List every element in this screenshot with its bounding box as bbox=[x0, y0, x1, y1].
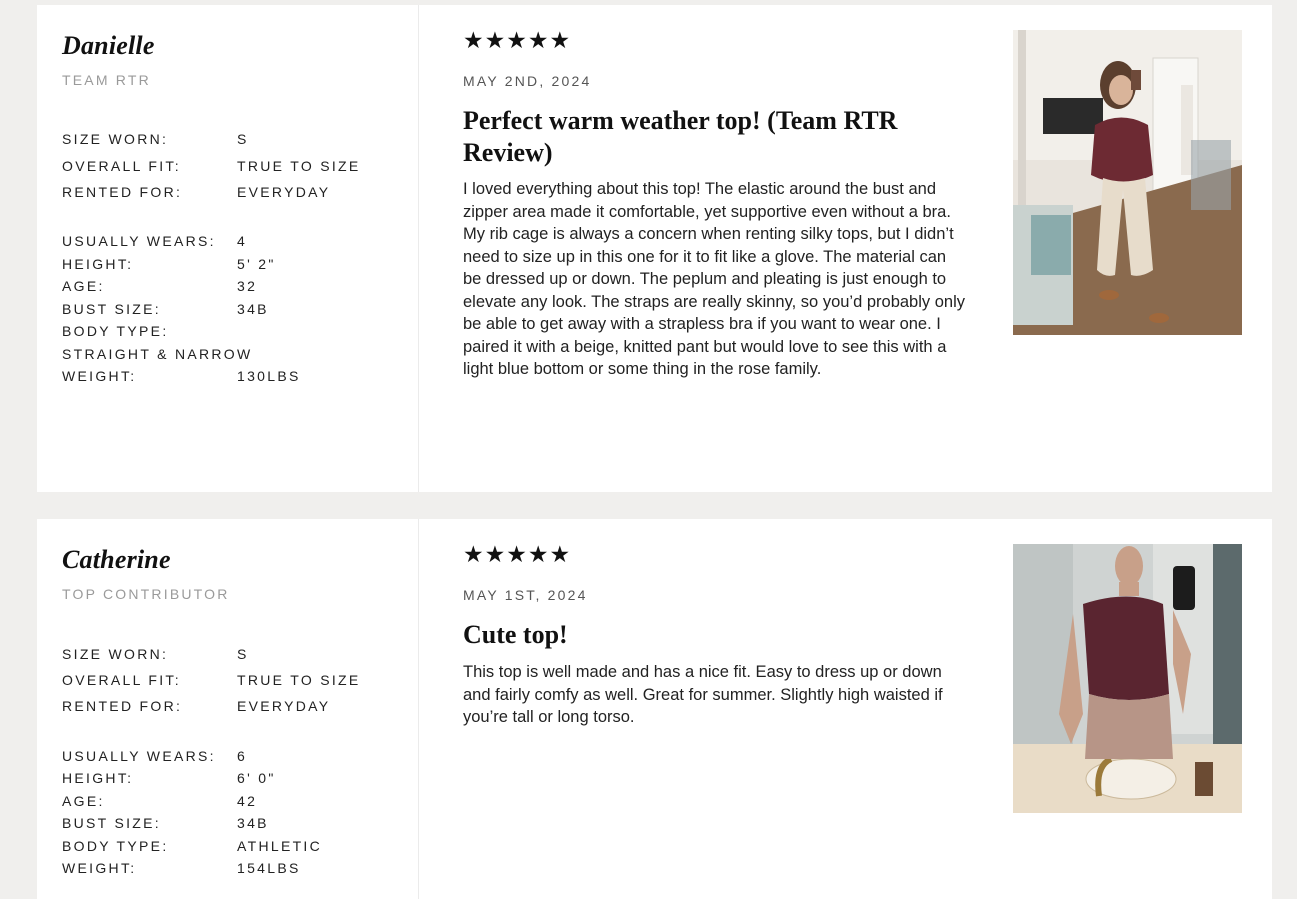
review-date: MAY 2ND, 2024 bbox=[463, 73, 592, 89]
review-photo[interactable] bbox=[1013, 30, 1242, 335]
height-value: 5' 2" bbox=[237, 256, 276, 272]
usually-wears-value: 6 bbox=[237, 748, 248, 764]
review-body: I loved everything about this top! The e… bbox=[463, 180, 965, 378]
usually-wears-value: 4 bbox=[237, 233, 248, 249]
bust-size-label: BUST SIZE: bbox=[62, 301, 161, 317]
weight-value: 130LBS bbox=[237, 368, 301, 384]
weight-value: 154LBS bbox=[237, 860, 301, 876]
height-label: HEIGHT: bbox=[62, 256, 134, 272]
size-worn-value: S bbox=[237, 131, 249, 147]
weight-label: WEIGHT: bbox=[62, 368, 137, 384]
rented-for-value: EVERYDAY bbox=[237, 184, 331, 200]
bust-size-value: 34B bbox=[237, 815, 269, 831]
size-worn-label: SIZE WORN: bbox=[62, 646, 169, 662]
overall-fit-value: TRUE TO SIZE bbox=[237, 672, 361, 688]
age-value: 32 bbox=[237, 278, 258, 294]
star-rating: ★★★★★ bbox=[463, 541, 572, 567]
rented-for-label: RENTED FOR: bbox=[62, 184, 183, 200]
bust-size-label: BUST SIZE: bbox=[62, 815, 161, 831]
height-value: 6' 0" bbox=[237, 770, 276, 786]
body-type-label: BODY TYPE: bbox=[62, 323, 169, 339]
review-date: MAY 1ST, 2024 bbox=[463, 587, 588, 603]
height-label: HEIGHT: bbox=[62, 770, 134, 786]
review-photo[interactable] bbox=[1013, 544, 1242, 813]
review-card: Catherine TOP CONTRIBUTOR SIZE WORN: S O… bbox=[37, 519, 1272, 899]
review-body: This top is well made and has a nice fit… bbox=[463, 663, 943, 726]
rented-for-value: EVERYDAY bbox=[237, 698, 331, 714]
body-type-label: BODY TYPE: bbox=[62, 838, 169, 854]
size-worn-value: S bbox=[237, 646, 249, 662]
reviewer-name[interactable]: Danielle bbox=[62, 31, 155, 61]
bust-size-value: 34B bbox=[237, 301, 269, 317]
reviewer-panel: Catherine TOP CONTRIBUTOR SIZE WORN: S O… bbox=[37, 519, 419, 899]
body-type-value: ATHLETIC bbox=[237, 838, 323, 854]
age-label: AGE: bbox=[62, 793, 105, 809]
reviewer-role: TOP CONTRIBUTOR bbox=[62, 586, 230, 602]
review-title: Perfect warm weather top! (Team RTR Revi… bbox=[463, 106, 898, 167]
overall-fit-label: OVERALL FIT: bbox=[62, 158, 181, 174]
usually-wears-label: USUALLY WEARS: bbox=[62, 233, 216, 249]
age-label: AGE: bbox=[62, 278, 105, 294]
reviewer-name[interactable]: Catherine bbox=[62, 545, 171, 575]
reviewer-role: TEAM RTR bbox=[62, 72, 151, 88]
star-rating: ★★★★★ bbox=[463, 27, 572, 53]
size-worn-label: SIZE WORN: bbox=[62, 131, 169, 147]
overall-fit-value: TRUE TO SIZE bbox=[237, 158, 361, 174]
review-card: Danielle TEAM RTR SIZE WORN: S OVERALL F… bbox=[37, 5, 1272, 492]
usually-wears-label: USUALLY WEARS: bbox=[62, 748, 216, 764]
review-title: Cute top! bbox=[463, 620, 568, 649]
age-value: 42 bbox=[237, 793, 258, 809]
reviewer-panel: Danielle TEAM RTR SIZE WORN: S OVERALL F… bbox=[37, 5, 419, 492]
rented-for-label: RENTED FOR: bbox=[62, 698, 183, 714]
overall-fit-label: OVERALL FIT: bbox=[62, 672, 181, 688]
body-type-value: STRAIGHT & NARROW bbox=[62, 346, 253, 362]
weight-label: WEIGHT: bbox=[62, 860, 137, 876]
review-photo-image bbox=[1013, 544, 1242, 813]
review-photo-image bbox=[1013, 30, 1242, 335]
